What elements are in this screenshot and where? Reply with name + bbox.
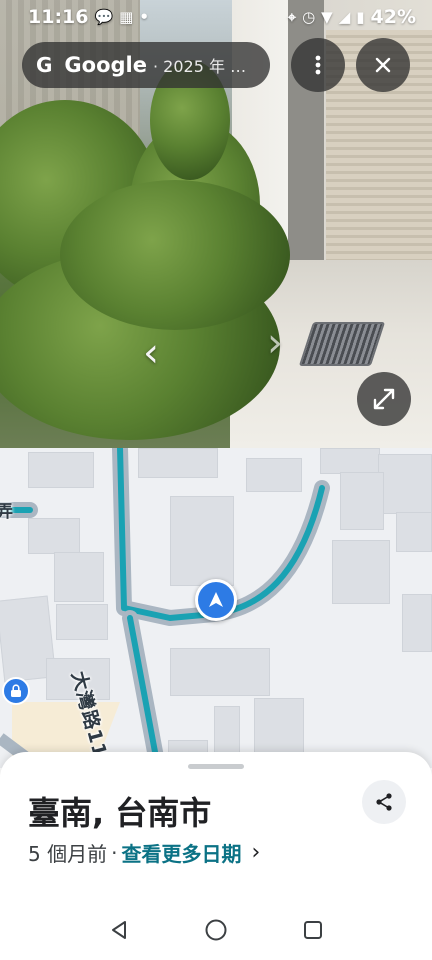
share-icon (376, 793, 392, 811)
status-bar: 11:16 💬 ▦ • ⌖ ◷ ▼ ◢ ▮ 42% (0, 0, 432, 34)
see-more-dates-link[interactable]: 查看更多日期 (121, 838, 241, 867)
alarm-icon: ◷ (302, 8, 316, 26)
lock-icon[interactable] (2, 677, 30, 705)
panorama-drain-grate (298, 322, 386, 366)
expand-button[interactable] (357, 372, 411, 426)
battery-percent: 42% (370, 6, 416, 28)
share-button[interactable] (362, 780, 406, 824)
signal-icon: ◢ (338, 8, 351, 26)
close-button[interactable] (356, 38, 410, 92)
recents-button[interactable] (293, 910, 333, 950)
chat-bubble-icon: 💬 (94, 8, 114, 26)
expand-icon (373, 388, 395, 410)
back-button[interactable] (99, 910, 139, 950)
status-time: 11:16 (28, 6, 89, 28)
more-options-button[interactable] (291, 38, 345, 92)
imagery-source-chip[interactable]: G Google · 2025 年 … (22, 42, 270, 88)
navigation-arrow-icon (209, 592, 223, 607)
dot-icon: • (139, 8, 149, 26)
separator-dot: · (111, 840, 118, 865)
capture-date-row: 5 個月前 · 查看更多日期 › (28, 838, 260, 867)
place-title: 臺南, 台南市 (28, 794, 212, 832)
home-button[interactable] (196, 910, 236, 950)
home-circle-icon (205, 919, 227, 941)
map-road-label: 弄 (0, 502, 13, 522)
navigation-arrow-marker[interactable] (195, 579, 237, 621)
location-icon: ⌖ (287, 8, 297, 26)
panorama-bush (60, 180, 290, 330)
pan-left-arrow-icon[interactable]: ‹ (134, 333, 168, 373)
google-g-icon: G (36, 53, 53, 77)
recents-square-icon (304, 921, 323, 939)
close-icon (375, 57, 391, 73)
capture-age-text: 5 個月前 (28, 842, 108, 866)
grid-icon: ▦ (119, 8, 134, 26)
back-triangle-icon (111, 921, 126, 939)
brand-label: Google (64, 53, 147, 77)
wifi-icon: ▼ (321, 8, 333, 26)
pan-right-arrow-icon[interactable]: › (258, 323, 292, 363)
chevron-right-icon[interactable]: › (251, 840, 260, 865)
drag-handle[interactable] (188, 764, 244, 769)
battery-icon: ▮ (356, 8, 365, 26)
more-vert-icon (315, 55, 321, 75)
capture-date-label: · 2025 年 … (153, 57, 247, 76)
system-navigation-bar (0, 900, 432, 960)
